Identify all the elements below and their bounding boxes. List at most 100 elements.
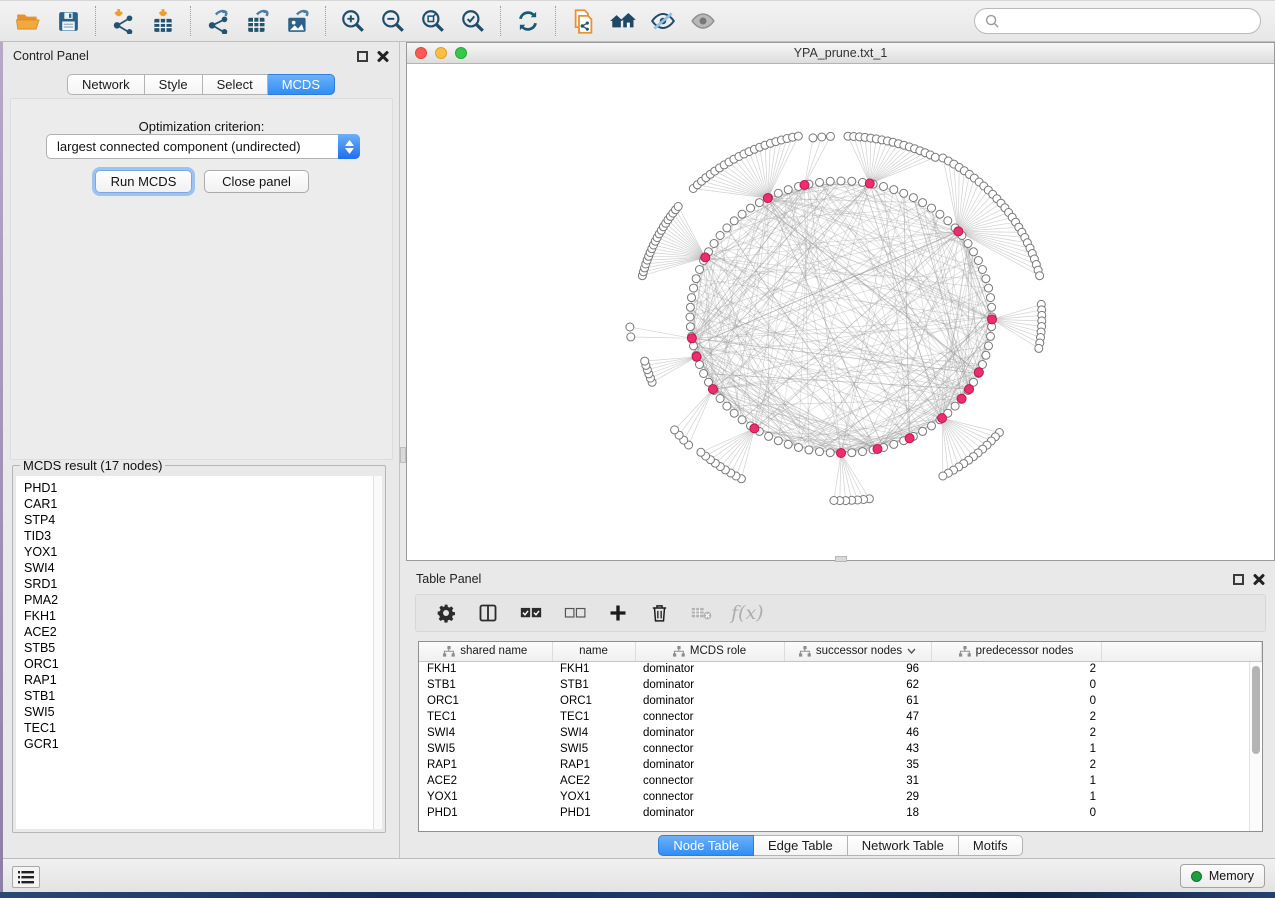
control-panel-tabs: Network Style Select MCDS bbox=[3, 74, 399, 95]
run-mcds-button[interactable]: Run MCDS bbox=[95, 170, 192, 193]
criterion-dropdown[interactable]: largest connected component (undirected) bbox=[46, 134, 360, 159]
tab-mcds[interactable]: MCDS bbox=[268, 74, 335, 95]
deselect-all-button[interactable] bbox=[564, 605, 586, 621]
tab-network[interactable]: Network bbox=[67, 74, 145, 95]
export-table-icon bbox=[245, 8, 271, 34]
mcds-result-item[interactable]: STP4 bbox=[16, 512, 382, 528]
table-cell: 2 bbox=[931, 725, 1101, 741]
show-details-button[interactable] bbox=[683, 4, 723, 38]
double-house-button[interactable] bbox=[603, 4, 643, 38]
close-panel-icon[interactable] bbox=[377, 50, 389, 62]
close-panel-button[interactable]: Close panel bbox=[204, 170, 309, 193]
search-field[interactable] bbox=[974, 8, 1261, 34]
mcds-result-item[interactable]: YOX1 bbox=[16, 544, 382, 560]
tab-network-table[interactable]: Network Table bbox=[848, 835, 959, 856]
add-column-button[interactable] bbox=[608, 603, 628, 623]
table-row[interactable]: SWI4SWI4dominator462 bbox=[419, 725, 1262, 741]
refresh-button[interactable] bbox=[508, 4, 548, 38]
table-panel-title: Table Panel bbox=[416, 572, 481, 586]
mcds-result-item[interactable]: CAR1 bbox=[16, 496, 382, 512]
scrollbar-thumb[interactable] bbox=[1252, 666, 1260, 754]
search-icon bbox=[985, 14, 1000, 29]
table-cell: ORC1 bbox=[419, 693, 552, 709]
table-row[interactable]: PHD1PHD1dominator180 bbox=[419, 805, 1262, 821]
open-button[interactable] bbox=[8, 4, 48, 38]
table-row[interactable]: STB1STB1dominator620 bbox=[419, 677, 1262, 693]
table-scrollbar[interactable] bbox=[1249, 662, 1261, 831]
mcds-result-item[interactable]: SWI5 bbox=[16, 704, 382, 720]
hide-details-button[interactable] bbox=[643, 4, 683, 38]
column-header-successor-nodes[interactable]: successor nodes bbox=[784, 642, 931, 661]
table-row[interactable]: SWI5SWI5connector431 bbox=[419, 741, 1262, 757]
table-cell: ACE2 bbox=[419, 773, 552, 789]
task-history-button[interactable] bbox=[12, 866, 40, 888]
import-table-button[interactable] bbox=[143, 4, 183, 38]
mcds-result-item[interactable]: TEC1 bbox=[16, 720, 382, 736]
table-cell: 0 bbox=[931, 693, 1101, 709]
mcds-result-item[interactable]: PMA2 bbox=[16, 592, 382, 608]
column-header-mcds-role[interactable]: MCDS role bbox=[635, 642, 784, 661]
clone-network-button[interactable] bbox=[563, 4, 603, 38]
zoom-selected-button[interactable] bbox=[453, 4, 493, 38]
table-row[interactable]: TEC1TEC1connector472 bbox=[419, 709, 1262, 725]
hide-details-icon bbox=[649, 8, 677, 34]
refresh-icon bbox=[515, 8, 541, 34]
export-image-button[interactable] bbox=[278, 4, 318, 38]
mcds-result-item[interactable]: PHD1 bbox=[16, 480, 382, 496]
zoom-out-button[interactable] bbox=[373, 4, 413, 38]
table-cell bbox=[1101, 805, 1262, 821]
mcds-list-scrollbar[interactable] bbox=[373, 476, 382, 829]
memory-button[interactable]: Memory bbox=[1180, 864, 1265, 888]
mcds-result-item[interactable]: FKH1 bbox=[16, 608, 382, 624]
network-graph[interactable] bbox=[407, 64, 1274, 560]
mcds-result-item[interactable]: GCR1 bbox=[16, 736, 382, 752]
mcds-result-item[interactable]: SWI4 bbox=[16, 560, 382, 576]
search-input[interactable] bbox=[1006, 13, 1250, 30]
zoom-out-icon bbox=[380, 8, 406, 34]
float-panel-icon[interactable] bbox=[357, 51, 368, 62]
tab-node-table[interactable]: Node Table bbox=[658, 835, 754, 856]
show-columns-button[interactable] bbox=[478, 603, 498, 623]
table-cell: STB1 bbox=[419, 677, 552, 693]
mcds-result-item[interactable]: SRD1 bbox=[16, 576, 382, 592]
mcds-result-item[interactable]: ORC1 bbox=[16, 656, 382, 672]
table-settings-button[interactable] bbox=[436, 603, 456, 623]
tab-motifs[interactable]: Motifs bbox=[959, 835, 1023, 856]
save-button[interactable] bbox=[48, 4, 88, 38]
horizontal-splitter-grip[interactable] bbox=[835, 556, 847, 562]
mcds-result-list[interactable]: PHD1CAR1STP4TID3YOX1SWI4SRD1PMA2FKH1ACE2… bbox=[16, 476, 382, 829]
column-header-name[interactable]: name bbox=[552, 642, 635, 661]
network-canvas[interactable] bbox=[407, 64, 1274, 560]
tab-edge-table[interactable]: Edge Table bbox=[754, 835, 848, 856]
import-network-button[interactable] bbox=[103, 4, 143, 38]
table-cell: 46 bbox=[784, 725, 931, 741]
double-house-icon bbox=[608, 8, 638, 34]
network-window-titlebar[interactable]: YPA_prune.txt_1 bbox=[407, 43, 1274, 64]
mcds-result-item[interactable]: ACE2 bbox=[16, 624, 382, 640]
table-cell: 47 bbox=[784, 709, 931, 725]
table-row[interactable]: YOX1YOX1connector291 bbox=[419, 789, 1262, 805]
control-panel: Control Panel Network Style Select MCDS … bbox=[3, 42, 400, 858]
open-icon bbox=[15, 8, 41, 34]
mcds-result-item[interactable]: TID3 bbox=[16, 528, 382, 544]
delete-column-button[interactable] bbox=[650, 603, 669, 623]
table-row[interactable]: ORC1ORC1dominator610 bbox=[419, 693, 1262, 709]
table-row[interactable]: ACE2ACE2connector311 bbox=[419, 773, 1262, 789]
close-panel-icon[interactable] bbox=[1253, 573, 1265, 585]
table-row[interactable]: FKH1FKH1dominator962 bbox=[419, 661, 1262, 677]
zoom-in-button[interactable] bbox=[333, 4, 373, 38]
zoom-fit-button[interactable] bbox=[413, 4, 453, 38]
export-network-button[interactable] bbox=[198, 4, 238, 38]
mcds-result-item[interactable]: STB1 bbox=[16, 688, 382, 704]
tab-style[interactable]: Style bbox=[145, 74, 203, 95]
column-header-shared-name[interactable]: shared name bbox=[419, 642, 552, 661]
mcds-result-item[interactable]: STB5 bbox=[16, 640, 382, 656]
toolbar-separator bbox=[190, 6, 191, 36]
table-row[interactable]: RAP1RAP1dominator352 bbox=[419, 757, 1262, 773]
float-panel-icon[interactable] bbox=[1233, 574, 1244, 585]
select-all-button[interactable] bbox=[520, 605, 542, 621]
column-header-predecessor-nodes[interactable]: predecessor nodes bbox=[931, 642, 1101, 661]
tab-select[interactable]: Select bbox=[203, 74, 268, 95]
export-table-button[interactable] bbox=[238, 4, 278, 38]
mcds-result-item[interactable]: RAP1 bbox=[16, 672, 382, 688]
